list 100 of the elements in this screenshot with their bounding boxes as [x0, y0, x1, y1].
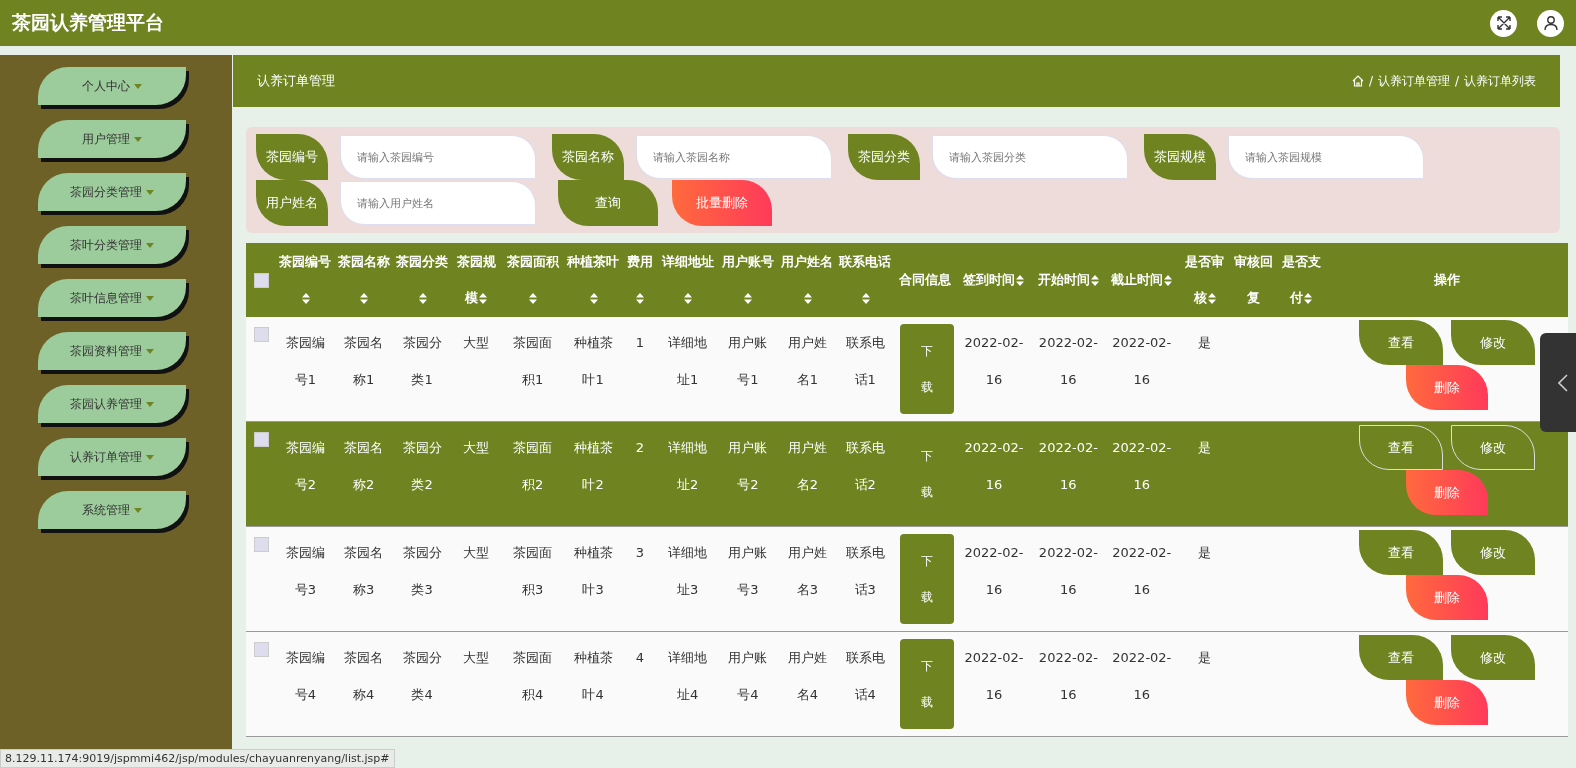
sort-icon[interactable] — [1304, 293, 1313, 304]
breadcrumb-separator: / — [1454, 74, 1459, 88]
edit-button[interactable]: 修改 — [1451, 635, 1536, 680]
column-header[interactable]: 联系电话 — [836, 243, 894, 317]
delete-button[interactable]: 删除 — [1406, 575, 1489, 620]
sort-icon[interactable] — [1016, 275, 1025, 286]
edit-button[interactable]: 修改 — [1451, 425, 1536, 470]
table-row[interactable]: 茶园编号1 茶园名称1 茶园分类1 大型 茶园面积1 种植茶叶1 1 详细地址1 用户账号1 用户姓名1 联系电话1 下载 2022-02-16 2022-02-16 2022-02-16 是 查看 修改 删除 — [246, 317, 1568, 422]
column-header: 操作 — [1326, 243, 1568, 317]
column-header[interactable]: 茶园规模 — [451, 243, 502, 317]
delete-button[interactable]: 删除 — [1406, 680, 1489, 725]
search-field[interactable]: 请输入茶园名称 — [636, 135, 832, 179]
caret-icon — [146, 295, 154, 301]
home-icon[interactable] — [1351, 75, 1364, 87]
fullscreen-icon[interactable] — [1490, 9, 1517, 37]
search-field[interactable]: 请输入茶园规模 — [1228, 135, 1424, 179]
sort-icon[interactable] — [861, 293, 870, 304]
table-cell: 3 — [635, 545, 644, 560]
table-cell: 种植茶叶2 — [573, 440, 613, 492]
row-checkbox[interactable] — [253, 642, 269, 657]
sort-icon[interactable] — [1207, 293, 1216, 304]
column-header[interactable]: 用户账号 — [717, 243, 779, 317]
delete-button[interactable]: 删除 — [1406, 470, 1489, 515]
table-cell: 2022-02-16 — [964, 440, 1024, 492]
view-button[interactable]: 查看 — [1359, 425, 1444, 470]
view-button[interactable]: 查看 — [1359, 635, 1444, 680]
column-header[interactable]: 费用 — [622, 243, 658, 317]
sort-icon[interactable] — [636, 293, 645, 304]
download-button[interactable]: 下载 — [899, 639, 954, 729]
breadcrumb-item[interactable]: 认养订单列表 — [1464, 72, 1536, 90]
sort-icon[interactable] — [1090, 275, 1099, 286]
table-cell: 2 — [635, 440, 644, 455]
sort-icon[interactable] — [301, 293, 310, 304]
table-cell: 用户账号1 — [728, 335, 768, 387]
batch-delete-button[interactable]: 批量删除 — [672, 180, 772, 226]
row-checkbox[interactable] — [253, 327, 269, 342]
view-button[interactable]: 查看 — [1359, 530, 1444, 575]
sort-icon[interactable] — [684, 293, 693, 304]
delete-button[interactable]: 删除 — [1406, 365, 1489, 410]
sort-icon[interactable] — [529, 293, 538, 304]
table-cell: 用户账号3 — [728, 545, 768, 597]
sort-icon[interactable] — [479, 293, 488, 304]
download-button[interactable]: 下载 — [899, 534, 954, 624]
column-header[interactable]: 用户姓名 — [778, 243, 837, 317]
sort-icon[interactable] — [360, 293, 369, 304]
table-cell: 茶园分类2 — [402, 440, 442, 492]
column-header[interactable]: 是否审核 — [1178, 243, 1231, 317]
download-button[interactable]: 下载 — [899, 324, 954, 414]
table-row[interactable]: 茶园编号4 茶园名称4 茶园分类4 大型 茶园面积4 种植茶叶4 4 详细地址4 用户账号4 用户姓名4 联系电话4 下载 2022-02-16 2022-02-16 2022-02-16 是 查看 修改 删除 — [246, 631, 1568, 737]
search-field[interactable]: 请输入茶园编号 — [340, 135, 536, 179]
column-header[interactable]: 是否支付 — [1276, 243, 1327, 317]
table-row[interactable]: 茶园编号3 茶园名称3 茶园分类3 大型 茶园面积3 种植茶叶3 3 详细地址3 用户账号3 用户姓名3 联系电话3 下载 2022-02-16 2022-02-16 2022-02-16 是 查看 修改 删除 — [246, 526, 1568, 632]
edit-button[interactable]: 修改 — [1451, 320, 1536, 365]
table-cell: 茶园分类4 — [402, 650, 442, 702]
column-header[interactable]: 开始时间 — [1031, 243, 1106, 317]
row-checkbox[interactable] — [253, 537, 269, 552]
table-cell: 茶园面积2 — [513, 440, 553, 492]
sort-icon[interactable] — [589, 293, 598, 304]
table-cell: 详细地址2 — [668, 440, 708, 492]
table-cell: 联系电话1 — [845, 335, 885, 387]
column-header[interactable]: 签到时间 — [956, 243, 1032, 317]
table-cell: 茶园面积3 — [513, 545, 553, 597]
column-header[interactable]: 茶园编号 — [276, 243, 335, 317]
table-cell: 茶园分类3 — [402, 545, 442, 597]
column-header[interactable]: 茶园分类 — [392, 243, 452, 317]
field-label: 茶园分类 — [848, 134, 920, 180]
table-row[interactable]: 茶园编号2 茶园名称2 茶园分类2 大型 茶园面积2 种植茶叶2 2 详细地址2 用户账号2 用户姓名2 联系电话2 下载 2022-02-16 2022-02-16 2022-02-16 是 查看 修改 删除 — [246, 421, 1568, 527]
chevron-left-icon — [1558, 373, 1568, 392]
table-cell: 种植茶叶3 — [573, 545, 613, 597]
table-cell: 用户账号4 — [728, 650, 768, 702]
table-cell: 茶园名称2 — [344, 440, 384, 492]
search-field[interactable]: 请输入用户姓名 — [340, 181, 536, 225]
row-checkbox[interactable] — [253, 432, 269, 447]
sort-icon[interactable] — [803, 293, 812, 304]
search-field[interactable]: 请输入茶园分类 — [932, 135, 1128, 179]
column-header[interactable]: 茶园名称 — [334, 243, 393, 317]
table-cell: 是 — [1198, 440, 1212, 455]
user-icon[interactable] — [1537, 9, 1564, 37]
edit-button[interactable]: 修改 — [1451, 530, 1536, 575]
sort-icon[interactable] — [1164, 275, 1173, 286]
download-button[interactable]: 下载 — [899, 429, 954, 519]
table-cell: 联系电话4 — [845, 650, 885, 702]
column-header[interactable]: 种植茶叶 — [563, 243, 623, 317]
field-label: 用户姓名 — [256, 180, 328, 226]
page-title: 认养订单管理 — [257, 72, 335, 90]
breadcrumb-item[interactable]: 认养订单管理 — [1377, 72, 1450, 90]
caret-icon — [146, 348, 154, 354]
column-header[interactable]: 茶园面积 — [501, 243, 564, 317]
status-url: 8.129.11.174:9019/jspmmi462/jsp/modules/chayuanrenyang/list.jsp# — [0, 749, 395, 768]
query-button[interactable]: 查询 — [558, 180, 658, 226]
caret-icon — [134, 83, 142, 89]
breadcrumb-separator: / — [1368, 74, 1373, 88]
column-header[interactable]: 详细地址 — [657, 243, 718, 317]
sort-icon[interactable] — [418, 293, 427, 304]
sort-icon[interactable] — [744, 293, 753, 304]
table-cell: 茶园编号3 — [285, 545, 325, 597]
view-button[interactable]: 查看 — [1359, 320, 1444, 365]
table-cell: 种植茶叶4 — [573, 650, 613, 702]
column-header[interactable]: 截止时间 — [1105, 243, 1179, 317]
select-all-checkbox[interactable] — [253, 273, 269, 288]
